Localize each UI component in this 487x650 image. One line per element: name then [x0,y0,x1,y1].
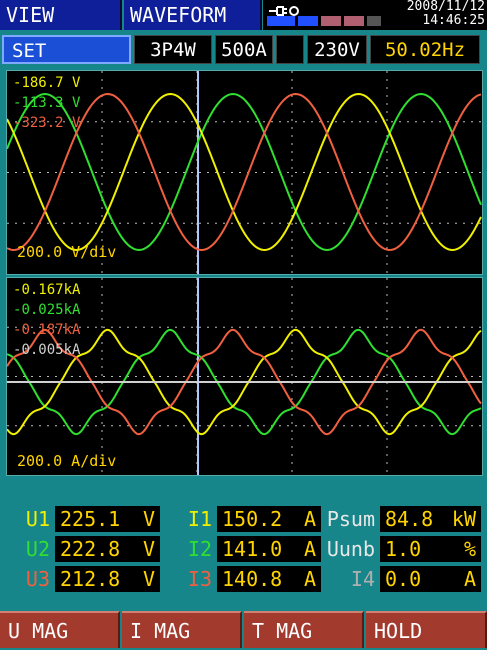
time-text: 14:46:25 [422,13,485,28]
date-time: 2008/11/12 14:46:25 [407,0,485,28]
t-mag-button[interactable]: T MAG [244,611,364,648]
current-trace-2-label: -0.025kA [13,302,81,318]
i-label: I2 [187,537,212,561]
i-label: I3 [187,567,212,591]
x-label: Psum [326,507,375,531]
memory-indicator-icon [367,16,381,26]
battery-segment-icon [344,16,364,26]
u-label: U1 [25,507,50,531]
voltage-trace-3-label: -323.2 V [13,115,81,131]
meter-screen: VIEW WAVEFORM 2008/11/12 14:46:25 SET 3P… [0,0,487,648]
current-waveform-plot: -0.167kA -0.025kA -0.187kA -0.005kA 200.… [6,277,483,476]
hold-button[interactable]: HOLD [366,611,487,648]
battery-segment-icon [267,16,295,26]
voltage-range: 230V [307,35,367,64]
power-plug-icon [267,2,307,16]
tab-view[interactable]: VIEW [0,0,122,30]
i-value: 140.8 A [217,566,321,592]
voltage-trace-2-label: -113.3 V [13,95,81,111]
x-value: 0.0 A [380,566,481,592]
wiring-mode: 3P4W [134,35,212,64]
x-value: 1.0% [380,536,481,562]
u-value: 222.8 V [55,536,160,562]
i-value: 150.2 A [217,506,321,532]
x-label: Uunb [326,537,375,561]
u-label: U2 [25,537,50,561]
u-value: 225.1 V [55,506,160,532]
status-bar: 2008/11/12 14:46:25 [263,0,487,30]
u-value: 212.8 V [55,566,160,592]
current-range: 500A [215,35,273,64]
i-value: 141.0 A [217,536,321,562]
current-trace-4-label: -0.005kA [13,342,81,358]
date-text: 2008/11/12 [406,0,485,14]
current-trace-3-label: -0.187kA [13,322,81,338]
voltage-waveform-plot: -186.7 V -113.3 V -323.2 V 200.0 V/div [6,70,483,275]
battery-segment-icon [298,16,318,26]
battery-segment-icon [321,16,341,26]
x-value: 84.8 kW [380,506,481,532]
current-trace-1-label: -0.167kA [13,282,81,298]
set-button[interactable]: SET [2,35,131,64]
u-mag-button[interactable]: U MAG [0,611,120,648]
x-label: I4 [350,567,375,591]
voltage-scale-label: 200.0 V/div [17,243,117,261]
tab-waveform[interactable]: WAVEFORM [124,0,262,30]
i-label: I1 [187,507,212,531]
voltage-trace-1-label: -186.7 V [13,75,81,91]
frequency-readout: 50.02Hz [370,35,480,64]
blank-cell [276,35,304,64]
u-label: U3 [25,567,50,591]
current-scale-label: 200.0 A/div [17,452,117,470]
i-mag-button[interactable]: I MAG [122,611,242,648]
